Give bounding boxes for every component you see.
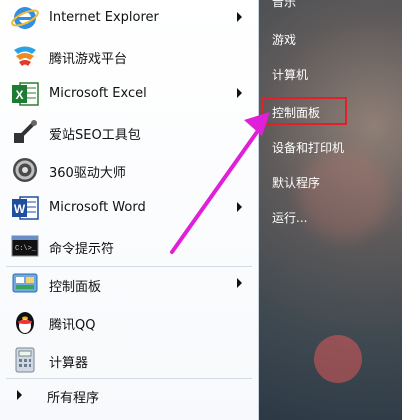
annotation-arrow-layer — [170, 112, 270, 254]
pointer-arrow-icon — [170, 112, 270, 254]
